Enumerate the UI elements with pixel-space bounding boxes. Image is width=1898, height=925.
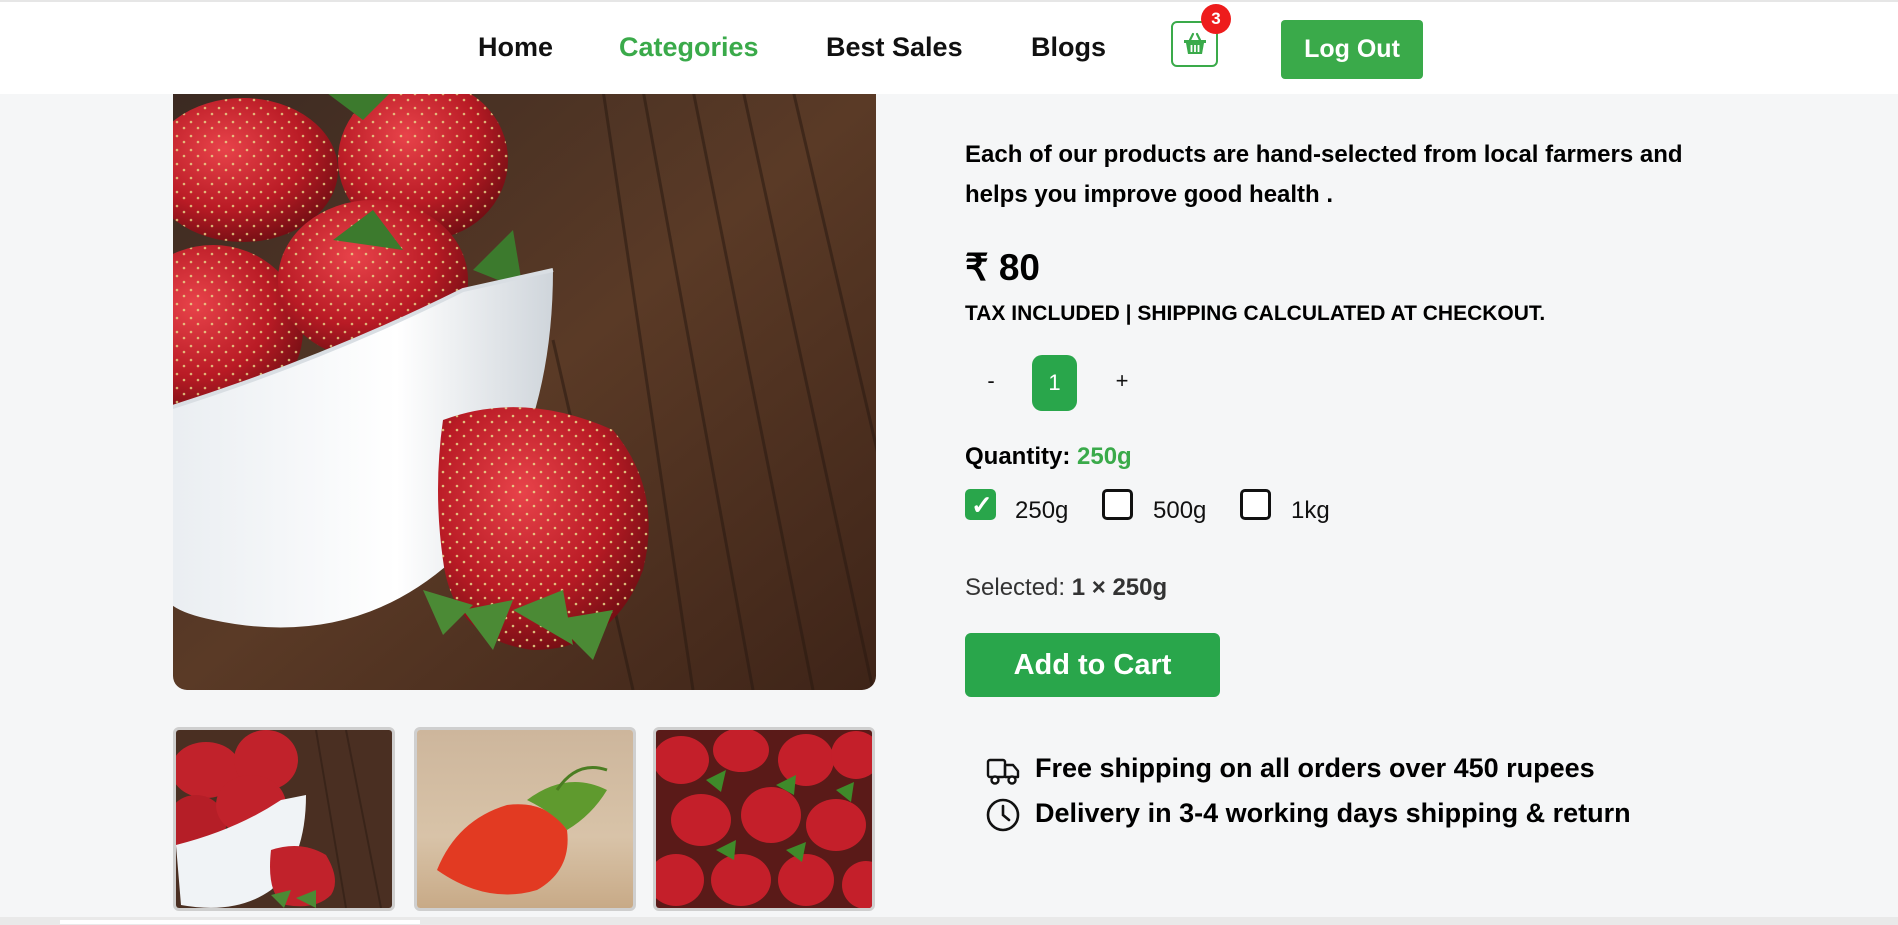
truck-icon bbox=[986, 758, 1020, 785]
quantity-increment-button[interactable]: + bbox=[1107, 368, 1137, 394]
cart-count-badge: 3 bbox=[1201, 4, 1231, 34]
quantity-selected-value: 250g bbox=[1077, 443, 1132, 470]
clock-icon bbox=[986, 798, 1020, 832]
tax-note: TAX INCLUDED | SHIPPING CALCULATED AT CH… bbox=[965, 302, 1546, 325]
main-product-image bbox=[173, 90, 876, 690]
option-250g-checkbox[interactable]: ✓ bbox=[965, 489, 996, 520]
thumbnail-1[interactable] bbox=[173, 727, 395, 911]
nav-blogs[interactable]: Blogs bbox=[1031, 32, 1106, 63]
nav-categories[interactable]: Categories bbox=[619, 32, 759, 63]
logout-button[interactable]: Log Out bbox=[1281, 20, 1423, 79]
feature-delivery: Delivery in 3-4 working days shipping & … bbox=[1035, 798, 1631, 828]
option-1kg-checkbox[interactable] bbox=[1240, 489, 1271, 520]
nav-home[interactable]: Home bbox=[478, 32, 553, 63]
option-500g-label: 500g bbox=[1153, 497, 1207, 524]
horizontal-scrollbar[interactable] bbox=[0, 917, 1898, 925]
scrollbar-thumb[interactable] bbox=[60, 920, 420, 924]
option-500g-checkbox[interactable] bbox=[1102, 489, 1133, 520]
quantity-stepper-value: 1 bbox=[1032, 355, 1077, 411]
thumbnail-3[interactable] bbox=[653, 727, 875, 911]
product-description: Each of our products are hand-selected f… bbox=[965, 141, 1683, 208]
quantity-decrement-button[interactable]: - bbox=[976, 368, 1006, 394]
checkmark-icon: ✓ bbox=[971, 490, 993, 520]
quantity-label: Quantity: 250g bbox=[965, 443, 1132, 470]
add-to-cart-button[interactable]: Add to Cart bbox=[965, 633, 1220, 697]
basket-icon bbox=[1183, 32, 1206, 54]
option-1kg-label: 1kg bbox=[1291, 497, 1330, 524]
top-navbar: Home Categories Best Sales Blogs 3 Log O… bbox=[0, 0, 1898, 94]
option-250g-label: 250g bbox=[1015, 497, 1069, 524]
feature-free-shipping: Free shipping on all orders over 450 rup… bbox=[1035, 753, 1595, 783]
selected-summary: Selected: 1 × 250g bbox=[965, 574, 1168, 601]
nav-best-sales[interactable]: Best Sales bbox=[826, 32, 963, 63]
thumbnail-2[interactable] bbox=[414, 727, 636, 911]
selected-summary-value: 1 × 250g bbox=[1071, 574, 1168, 601]
product-price: ₹ 80 bbox=[965, 247, 1040, 288]
